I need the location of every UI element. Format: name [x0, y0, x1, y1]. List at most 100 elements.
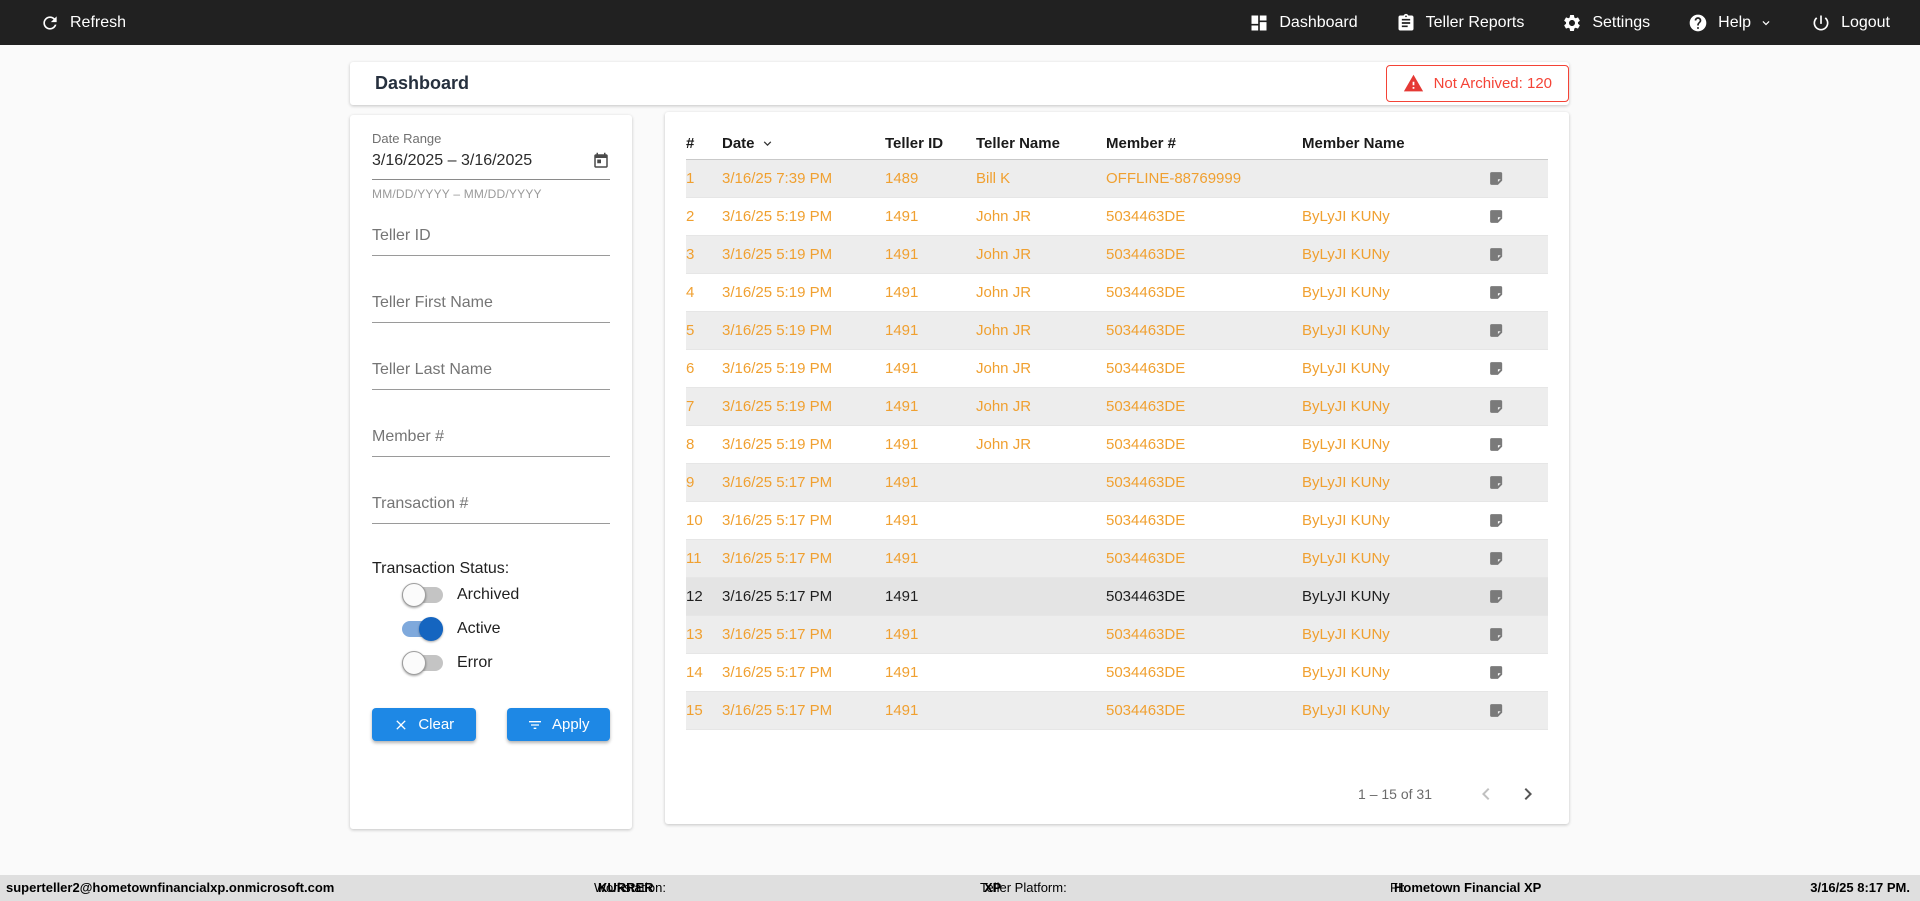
note-icon[interactable] [1488, 322, 1548, 339]
note-icon[interactable] [1488, 588, 1548, 605]
chevron-right-icon [1524, 788, 1532, 800]
refresh-label: Refresh [70, 13, 127, 31]
note-icon[interactable] [1488, 436, 1548, 453]
note-icon[interactable] [1488, 246, 1548, 263]
apply-button[interactable]: Apply [506, 708, 610, 741]
col-date[interactable]: Date [722, 135, 885, 152]
table-row[interactable]: 10 3/16/25 5:17 PM 1491 5034463DE ByLyJI… [686, 502, 1548, 540]
page-title: Dashboard [375, 73, 470, 93]
row-member-number: 5034463DE [1106, 664, 1186, 681]
toggle-active[interactable]: Active [402, 612, 610, 646]
row-member-name: ByLyJI KUNy [1302, 246, 1390, 263]
table-row[interactable]: 5 3/16/25 5:19 PM 1491 John JR 5034463DE… [686, 312, 1548, 350]
row-teller-id: 1491 [885, 702, 919, 719]
toggle-error[interactable]: Error [402, 646, 610, 680]
toggle-archived[interactable]: Archived [402, 578, 610, 612]
row-member-number: 5034463DE [1106, 588, 1186, 605]
active-switch[interactable] [402, 617, 443, 641]
teller-last-name-input[interactable] [372, 361, 610, 390]
table-row[interactable]: 14 3/16/25 5:17 PM 1491 5034463DE ByLyJI… [686, 654, 1548, 692]
row-member-name: ByLyJI KUNy [1302, 474, 1390, 491]
member-number-input[interactable] [372, 428, 610, 457]
filter-panel: Date Range MM/DD/YYYY – MM/DD/YYYY Trans… [350, 115, 632, 829]
row-member-name: ByLyJI KUNy [1302, 208, 1390, 225]
refresh-button[interactable]: Refresh [40, 13, 126, 33]
table-row[interactable]: 15 3/16/25 5:17 PM 1491 5034463DE ByLyJI… [686, 692, 1548, 730]
nav-settings[interactable]: Settings [1562, 13, 1650, 33]
active-label: Active [457, 620, 501, 637]
note-icon[interactable] [1488, 284, 1548, 301]
warning-icon [1403, 74, 1423, 92]
row-member-number: 5034463DE [1106, 284, 1186, 301]
nav-help[interactable]: Help [1688, 13, 1773, 33]
archived-switch[interactable] [402, 583, 443, 607]
error-switch[interactable] [402, 651, 443, 675]
nav-dashboard[interactable]: Dashboard [1249, 13, 1358, 33]
transaction-number-input[interactable] [372, 495, 610, 524]
calendar-button[interactable] [592, 152, 610, 170]
archived-label: Archived [457, 586, 520, 603]
status-datetime: 3/16/25 8:17 PM. [1810, 880, 1910, 895]
table-row[interactable]: 2 3/16/25 5:19 PM 1491 John JR 5034463DE… [686, 198, 1548, 236]
nav-teller-reports[interactable]: Teller Reports [1396, 13, 1524, 33]
nav-logout[interactable]: Logout [1811, 13, 1890, 33]
row-date: 3/16/25 5:17 PM [722, 664, 833, 681]
clear-button[interactable]: Clear [372, 708, 476, 741]
chevron-down-icon [1762, 20, 1770, 25]
nav-settings-label: Settings [1592, 13, 1651, 31]
note-icon[interactable] [1488, 398, 1548, 415]
row-member-number: 5034463DE [1106, 626, 1186, 643]
row-teller-id: 1491 [885, 398, 919, 415]
date-range-input[interactable] [372, 152, 592, 170]
table-row[interactable]: 8 3/16/25 5:19 PM 1491 John JR 5034463DE… [686, 426, 1548, 464]
row-date: 3/16/25 5:17 PM [722, 474, 833, 491]
date-range-label: Date Range [372, 131, 442, 146]
apply-label: Apply [551, 716, 590, 733]
nav-dashboard-label: Dashboard [1279, 13, 1358, 31]
table-row[interactable]: 11 3/16/25 5:17 PM 1491 5034463DE ByLyJI… [686, 540, 1548, 578]
note-icon[interactable] [1488, 512, 1548, 529]
date-range-field [372, 152, 610, 180]
row-teller-id: 1491 [885, 360, 919, 377]
note-icon[interactable] [1488, 626, 1548, 643]
note-icon[interactable] [1488, 170, 1548, 187]
teller-first-name-input[interactable] [372, 294, 610, 323]
teller-id-input[interactable] [372, 227, 610, 256]
transactions-panel: # Date Teller ID Teller Name Member # Me… [665, 112, 1569, 824]
row-member-name: ByLyJI KUNy [1302, 550, 1390, 567]
row-teller-id: 1491 [885, 550, 919, 567]
note-icon[interactable] [1488, 208, 1548, 225]
previous-page-button[interactable] [1474, 782, 1498, 806]
table-row[interactable]: 12 3/16/25 5:17 PM 1491 5034463DE ByLyJI… [686, 578, 1548, 616]
table-row[interactable]: 9 3/16/25 5:17 PM 1491 5034463DE ByLyJI … [686, 464, 1548, 502]
next-page-button[interactable] [1516, 782, 1540, 806]
row-date: 3/16/25 5:19 PM [722, 284, 833, 301]
note-icon[interactable] [1488, 474, 1548, 491]
table-row[interactable]: 4 3/16/25 5:19 PM 1491 John JR 5034463DE… [686, 274, 1548, 312]
not-archived-label: Not Archived: 120 [1433, 75, 1552, 92]
note-icon[interactable] [1488, 360, 1548, 377]
note-icon[interactable] [1488, 702, 1548, 719]
refresh-icon [43, 15, 57, 30]
filter-icon [528, 720, 541, 729]
table-row[interactable]: 3 3/16/25 5:19 PM 1491 John JR 5034463DE… [686, 236, 1548, 274]
row-number: 11 [686, 550, 702, 567]
table-row[interactable]: 7 3/16/25 5:19 PM 1491 John JR 5034463DE… [686, 388, 1548, 426]
row-date: 3/16/25 7:39 PM [722, 170, 833, 187]
table-row[interactable]: 6 3/16/25 5:19 PM 1491 John JR 5034463DE… [686, 350, 1548, 388]
note-icon[interactable] [1488, 550, 1548, 567]
table-row[interactable]: 1 3/16/25 7:39 PM 1489 Bill K OFFLINE-88… [686, 160, 1548, 198]
note-icon[interactable] [1488, 664, 1548, 681]
row-date: 3/16/25 5:19 PM [722, 360, 833, 377]
row-member-name: ByLyJI KUNy [1302, 436, 1390, 453]
row-member-name: ByLyJI KUNy [1302, 702, 1390, 719]
help-icon [1689, 14, 1707, 31]
sort-chevron-icon [763, 140, 771, 146]
row-date: 3/16/25 5:19 PM [722, 246, 833, 263]
transaction-status-label: Transaction Status: [372, 560, 510, 577]
row-teller-id: 1491 [885, 512, 919, 529]
row-date: 3/16/25 5:17 PM [722, 626, 833, 643]
table-row[interactable]: 13 3/16/25 5:17 PM 1491 5034463DE ByLyJI… [686, 616, 1548, 654]
pagination-range: 1 – 15 of 31 [1358, 786, 1432, 802]
row-teller-id: 1491 [885, 208, 919, 225]
